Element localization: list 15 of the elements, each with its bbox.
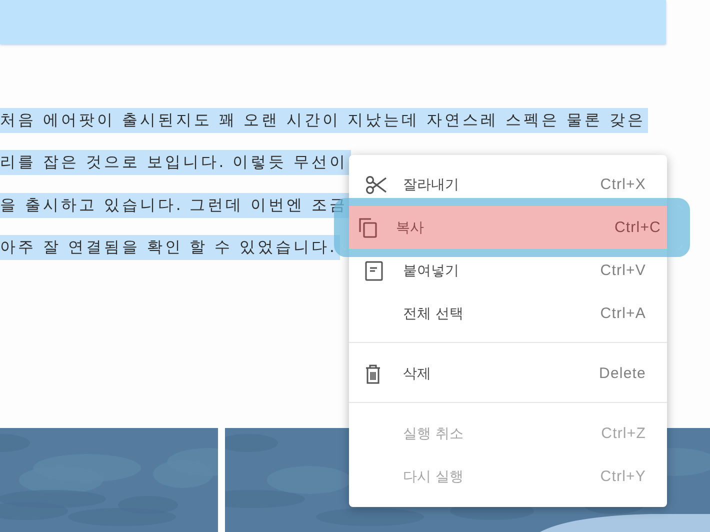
shortcut-label: Ctrl+V — [600, 262, 646, 279]
menu-item[interactable]: 전체 선택 Ctrl+A — [349, 292, 667, 335]
copy-icon — [358, 216, 378, 238]
shortcut-label: Ctrl+A — [600, 305, 646, 322]
shortcut-label: Delete — [599, 365, 646, 382]
shortcut-label: Ctrl+Z — [601, 425, 646, 442]
shortcut-label: Ctrl+X — [600, 176, 646, 193]
menu-item[interactable]: 붙여넣기 Ctrl+V — [349, 249, 667, 292]
menu-item[interactable]: 삭제 Delete — [349, 352, 667, 395]
scissors-icon — [365, 174, 387, 194]
shortcut-label: Ctrl+Y — [600, 468, 646, 485]
menu-item[interactable]: 잘라내기 Ctrl+X — [349, 163, 667, 206]
document-icon — [365, 260, 383, 280]
trash-icon — [365, 364, 381, 384]
shortcut-label: Ctrl+C — [614, 219, 661, 236]
